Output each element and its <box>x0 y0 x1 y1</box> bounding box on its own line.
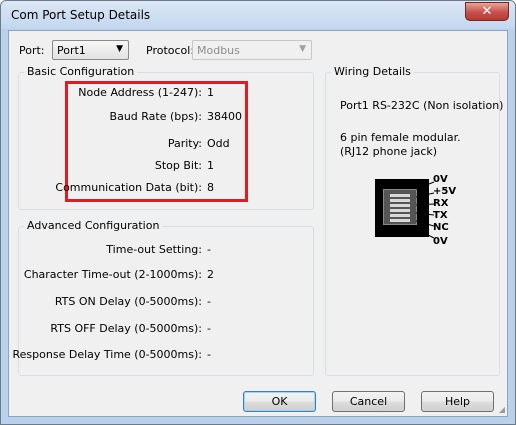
stop-bit-value: 1 <box>207 159 214 172</box>
port-label: Port: <box>19 44 45 57</box>
timeout-setting-value: - <box>207 243 211 256</box>
rts-on-delay-value: - <box>207 295 211 308</box>
node-address-value: 1 <box>207 86 214 99</box>
char-timeout-value: 2 <box>207 268 214 281</box>
advanced-config-title: Advanced Configuration <box>24 219 163 232</box>
jack-pin <box>390 219 410 222</box>
pin-label-0v-bottom: 0V <box>433 236 448 247</box>
parity-label: Parity: <box>167 137 202 150</box>
baud-rate-value: 38400 <box>207 110 242 123</box>
wiring-details-title: Wiring Details <box>331 65 414 78</box>
jack-pin <box>390 194 410 197</box>
dialog-body: Port: Port1 ▼ Protocol: Modbus ▼ Basic C… <box>8 30 508 417</box>
pin-label-0v-top: 0V <box>433 174 448 185</box>
char-timeout-label: Character Time-out (2-1000ms): <box>23 268 202 281</box>
rts-off-delay-value: - <box>207 322 211 335</box>
baud-rate-label: Baud Rate (bps): <box>109 110 202 123</box>
stop-bit-label: Stop Bit: <box>154 159 202 172</box>
comm-data-value: 8 <box>207 181 214 194</box>
comm-data-label: Communication Data (bit): <box>55 181 202 194</box>
close-button[interactable]: ✕ <box>465 2 509 21</box>
response-delay-label: Response Delay Time (0-5000ms): <box>12 348 202 361</box>
help-button[interactable]: Help <box>421 391 494 412</box>
response-delay-value: - <box>207 348 211 361</box>
rts-on-delay-label: RTS ON Delay (0-5000ms): <box>54 295 202 308</box>
jack-pin <box>390 199 410 202</box>
parity-value: Odd <box>207 137 230 150</box>
jack-pin <box>390 204 410 207</box>
wiring-jack-line2: (RJ12 phone jack) <box>340 145 438 158</box>
protocol-label: Protocol: <box>146 44 195 57</box>
jack-pin <box>390 214 410 217</box>
port-select[interactable]: Port1 ▼ <box>52 40 129 60</box>
title-bar[interactable]: Com Port Setup Details ✕ <box>1 1 515 29</box>
pin-label-nc: NC <box>433 222 449 233</box>
jack-pin <box>390 209 410 212</box>
ok-button[interactable]: OK <box>243 391 316 412</box>
node-address-label: Node Address (1-247): <box>78 86 202 99</box>
pin-label-rx: RX <box>433 198 449 209</box>
chevron-down-icon: ▼ <box>116 44 123 54</box>
close-icon: ✕ <box>481 4 493 19</box>
chevron-down-icon: ▼ <box>299 44 306 54</box>
protocol-select-value: Modbus <box>197 44 240 57</box>
wiring-port-desc: Port1 RS-232C (Non isolation) <box>340 99 504 112</box>
basic-config-title: Basic Configuration <box>24 65 138 78</box>
pin-label-5v: +5V <box>433 186 457 197</box>
port-select-value: Port1 <box>57 44 86 57</box>
timeout-setting-label: Time-out Setting: <box>106 243 202 256</box>
rts-off-delay-label: RTS OFF Delay (0-5000ms): <box>50 322 202 335</box>
wiring-jack-line1: 6 pin female modular. <box>340 131 461 144</box>
pin-label-tx: TX <box>433 210 448 221</box>
cancel-button[interactable]: Cancel <box>332 391 405 412</box>
resize-grip-icon[interactable]: ◢ <box>499 405 505 414</box>
protocol-select[interactable]: Modbus ▼ <box>192 40 312 60</box>
jack-socket <box>383 189 417 225</box>
window-title: Com Port Setup Details <box>11 8 151 22</box>
dialog-window: Com Port Setup Details ✕ Port: Port1 ▼ P… <box>0 0 516 425</box>
